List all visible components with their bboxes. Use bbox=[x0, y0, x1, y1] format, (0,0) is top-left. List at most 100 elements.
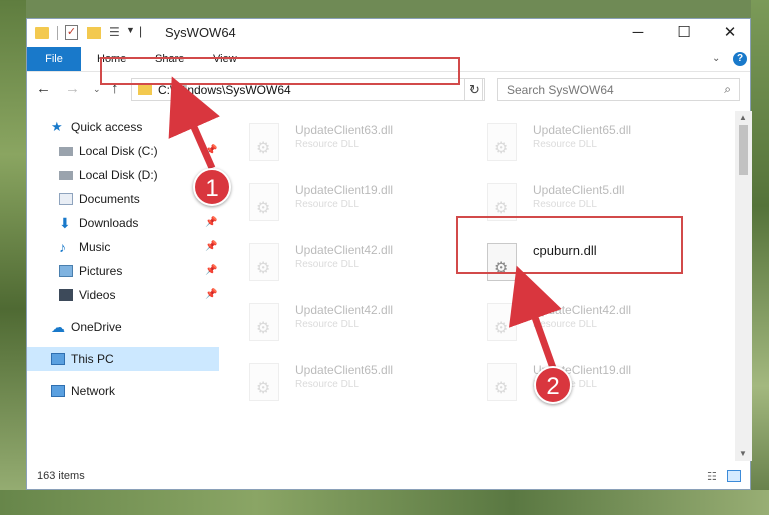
sidebar-item-documents[interactable]: Documents 📌 bbox=[27, 187, 219, 211]
sidebar-item-label: OneDrive bbox=[71, 320, 122, 334]
pin-icon[interactable]: 📌 bbox=[205, 283, 217, 307]
drive-icon bbox=[59, 147, 73, 156]
help-icon[interactable]: ? bbox=[733, 52, 747, 66]
desktop-background-right bbox=[751, 0, 769, 515]
sidebar-item-downloads[interactable]: ⬇ Downloads 📌 bbox=[27, 211, 219, 235]
dll-file-icon bbox=[487, 123, 517, 161]
file-type: Resource DLL bbox=[533, 139, 597, 150]
file-name: UpdateClient5.dll bbox=[533, 183, 625, 197]
scroll-up-icon[interactable]: ▲ bbox=[739, 113, 747, 122]
pin-icon[interactable]: 📌 bbox=[205, 235, 217, 259]
dll-file-icon bbox=[249, 363, 279, 401]
tab-file[interactable]: File bbox=[27, 47, 81, 71]
file-item[interactable]: UpdateClient42.dll Resource DLL bbox=[487, 303, 717, 355]
step-2-badge: 2 bbox=[534, 366, 572, 404]
quick-access-separator bbox=[57, 26, 58, 40]
window-title: SysWOW64 bbox=[165, 25, 236, 40]
computer-icon bbox=[51, 353, 65, 365]
desktop-background-left bbox=[0, 0, 26, 515]
properties-icon[interactable]: ☰ bbox=[109, 25, 123, 39]
vertical-scrollbar[interactable]: ▲ ▼ bbox=[735, 111, 752, 461]
file-item[interactable]: UpdateClient63.dll Resource DLL bbox=[249, 123, 479, 175]
sidebar-item-onedrive[interactable]: ☁ OneDrive bbox=[27, 315, 219, 339]
sidebar-item-label: Quick access bbox=[71, 120, 143, 134]
status-bar: 163 items ☷ bbox=[27, 465, 750, 489]
title-bar: ✓ ☰ ▼ | SysWOW64 ─ ☐ ✕ bbox=[27, 19, 750, 47]
sidebar-item-label: Pictures bbox=[79, 264, 123, 278]
dll-file-icon bbox=[249, 183, 279, 221]
file-item[interactable]: UpdateClient19.dll Resource DLL bbox=[249, 183, 479, 235]
sidebar-item-label: Local Disk (D:) bbox=[79, 168, 158, 182]
desktop-background-bottom bbox=[0, 490, 769, 515]
sidebar-item-label: Music bbox=[79, 240, 111, 254]
scroll-down-icon[interactable]: ▼ bbox=[739, 449, 747, 458]
address-path[interactable]: C:\Windows\SysWOW64 bbox=[158, 83, 291, 97]
maximize-button[interactable]: ☐ bbox=[661, 19, 707, 47]
file-item[interactable]: UpdateClient42.dll Resource DLL bbox=[249, 243, 479, 295]
sidebar-item-local-disk-c[interactable]: Local Disk (C:) 📌 bbox=[27, 139, 219, 163]
file-list: UpdateClient63.dll Resource DLL UpdateCl… bbox=[219, 111, 733, 461]
sidebar-item-network[interactable]: Network bbox=[27, 379, 219, 403]
sidebar-item-music[interactable]: ♪ Music 📌 bbox=[27, 235, 219, 259]
item-count: 163 items bbox=[37, 470, 85, 482]
recent-locations-icon[interactable]: ⌄ bbox=[93, 84, 101, 95]
sidebar-item-quick-access[interactable]: ★ Quick access bbox=[27, 115, 219, 139]
sidebar-item-this-pc[interactable]: This PC bbox=[27, 347, 219, 371]
cloud-icon: ☁ bbox=[51, 319, 65, 335]
back-arrow-icon[interactable]: ← bbox=[36, 80, 51, 97]
file-type: Resource DLL bbox=[295, 379, 359, 390]
file-item[interactable]: UpdateClient19.dll Resource DLL bbox=[487, 363, 717, 415]
details-view-icon[interactable]: ☷ bbox=[707, 470, 717, 483]
large-icons-view-icon[interactable] bbox=[727, 470, 741, 482]
file-name: UpdateClient42.dll bbox=[533, 303, 632, 317]
file-type: Resource DLL bbox=[295, 139, 359, 150]
forward-arrow-icon[interactable]: → bbox=[65, 80, 80, 97]
navigation-pane: ★ Quick access Local Disk (C:) 📌 Local D… bbox=[27, 111, 219, 461]
address-bar-highlight bbox=[100, 57, 460, 85]
dll-file-icon bbox=[249, 303, 279, 341]
videos-icon bbox=[59, 289, 73, 301]
sidebar-item-local-disk-d[interactable]: Local Disk (D:) 📌 bbox=[27, 163, 219, 187]
sidebar-item-label: Videos bbox=[79, 288, 116, 302]
file-name: UpdateClient63.dll bbox=[295, 123, 394, 137]
file-name: UpdateClient42.dll bbox=[295, 243, 394, 257]
sidebar-item-label: Network bbox=[71, 384, 116, 398]
sidebar-item-pictures[interactable]: Pictures 📌 bbox=[27, 259, 219, 283]
pin-icon[interactable]: 📌 bbox=[205, 139, 217, 163]
file-item[interactable]: UpdateClient65.dll Resource DLL bbox=[487, 123, 717, 175]
folder-icon bbox=[35, 27, 49, 39]
search-placeholder: Search SysWOW64 bbox=[507, 83, 614, 97]
scrollbar-thumb[interactable] bbox=[739, 125, 748, 175]
close-button[interactable]: ✕ bbox=[707, 19, 753, 47]
download-icon: ⬇ bbox=[59, 215, 71, 231]
drive-icon bbox=[59, 171, 73, 180]
music-icon: ♪ bbox=[59, 239, 66, 255]
refresh-icon[interactable]: ↻ bbox=[464, 78, 485, 101]
pin-icon[interactable]: 📌 bbox=[205, 211, 217, 235]
file-item[interactable]: UpdateClient42.dll Resource DLL bbox=[249, 303, 479, 355]
search-input[interactable]: Search SysWOW64 ⌕ bbox=[497, 78, 740, 101]
minimize-button[interactable]: ─ bbox=[615, 19, 661, 47]
dll-file-icon bbox=[487, 303, 517, 341]
file-name: UpdateClient65.dll bbox=[295, 363, 394, 377]
sidebar-item-label: This PC bbox=[71, 352, 114, 366]
step-1-badge: 1 bbox=[193, 168, 231, 206]
sidebar-item-label: Downloads bbox=[79, 216, 139, 230]
chevron-down-icon[interactable]: ▼ bbox=[126, 25, 135, 41]
sidebar-item-videos[interactable]: Videos 📌 bbox=[27, 283, 219, 307]
folder-icon bbox=[138, 84, 152, 95]
properties-check-icon[interactable]: ✓ bbox=[65, 25, 78, 40]
file-item[interactable]: UpdateClient65.dll Resource DLL bbox=[249, 363, 479, 415]
search-icon: ⌕ bbox=[724, 82, 731, 96]
pictures-icon bbox=[59, 265, 73, 277]
quick-access-divider-icon: | bbox=[139, 24, 143, 38]
file-name: UpdateClient42.dll bbox=[295, 303, 394, 317]
sidebar-item-label: Documents bbox=[79, 192, 140, 206]
new-folder-icon[interactable] bbox=[87, 27, 101, 39]
sidebar-item-label: Local Disk (C:) bbox=[79, 144, 158, 158]
file-highlight bbox=[456, 216, 683, 274]
pin-icon[interactable]: 📌 bbox=[205, 259, 217, 283]
dll-file-icon bbox=[249, 123, 279, 161]
expand-ribbon-icon[interactable]: ⌄ bbox=[712, 53, 720, 64]
file-name: UpdateClient19.dll bbox=[295, 183, 394, 197]
